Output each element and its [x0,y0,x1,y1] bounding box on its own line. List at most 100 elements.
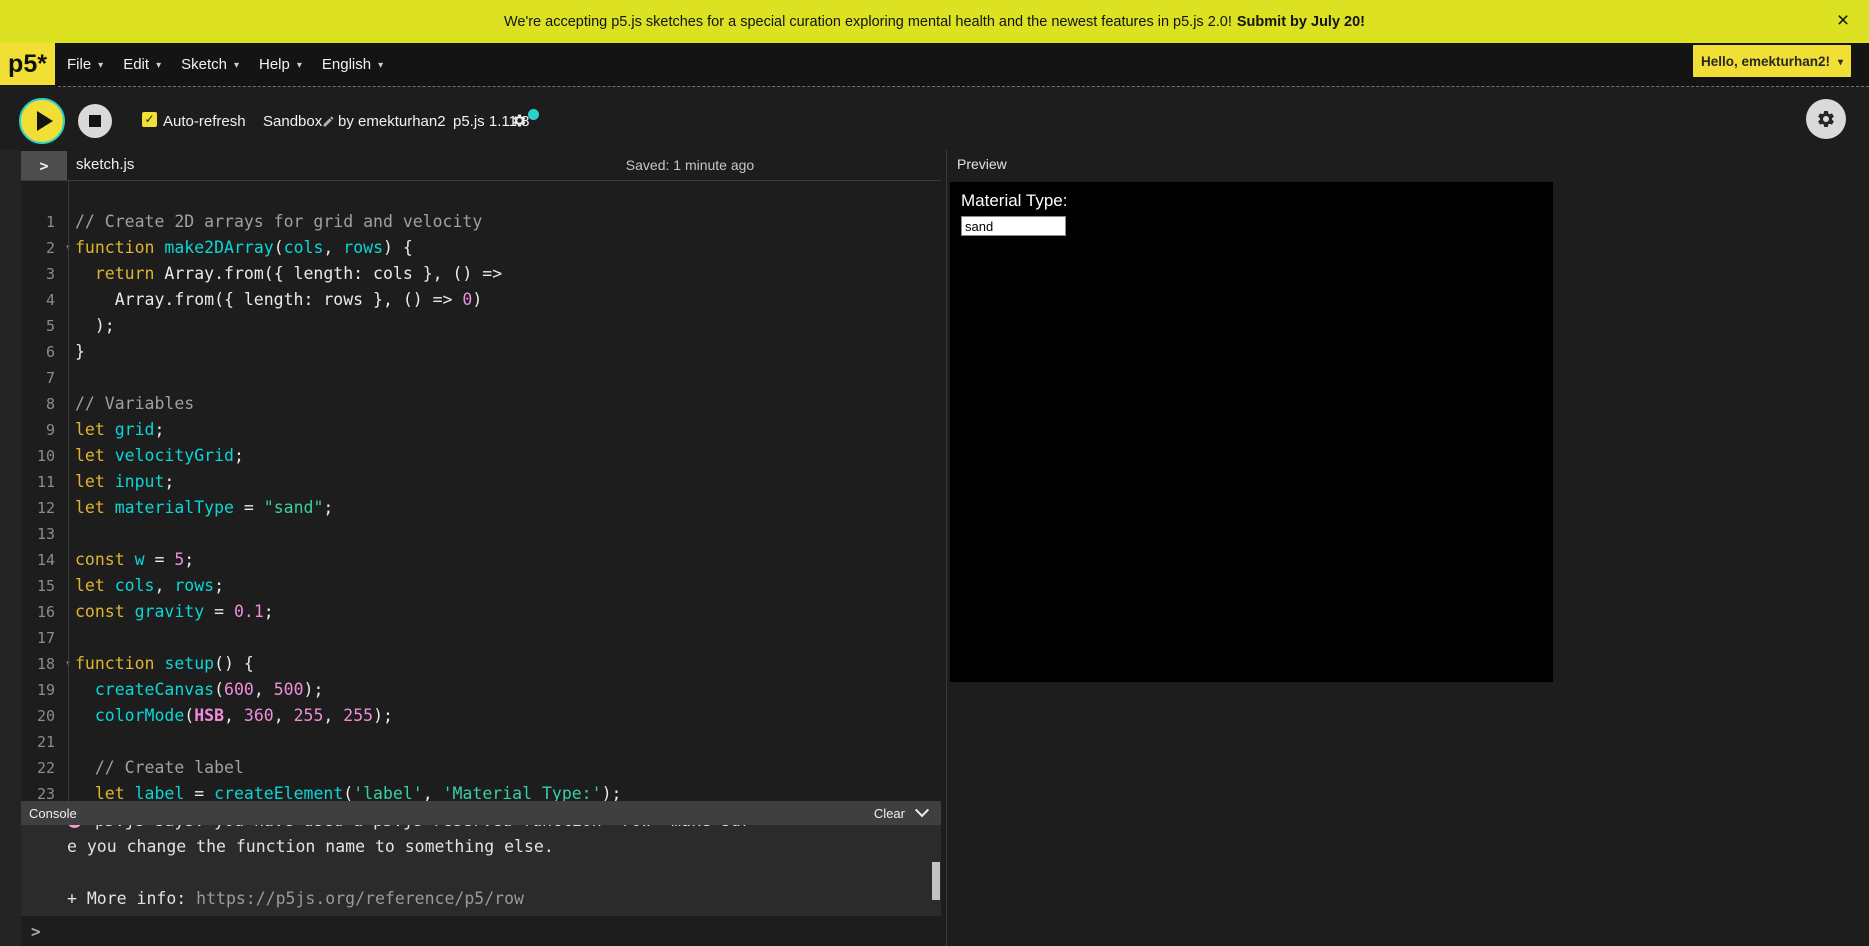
code-line[interactable]: 17 [21,625,941,651]
console-title: Console [29,806,77,821]
line-number: 17 [21,625,61,651]
gutter-separator [68,181,69,801]
code-lines: 1 // Create 2D arrays for grid and veloci… [21,181,941,801]
code-text: let grid; [75,417,941,443]
code-editor[interactable]: 1 // Create 2D arrays for grid and veloci… [21,181,941,801]
code-text: Array.from({ length: rows }, () => 0) [75,287,941,313]
collapsed-sidebar [0,150,21,946]
material-type-label: Material Type: [961,191,1067,211]
line-number: 6 [21,339,61,365]
saved-status: Saved: 1 minute ago [626,150,754,180]
announcement-banner: We're accepting p5.js sketches for a spe… [0,0,1869,43]
code-line[interactable]: 11 let input; [21,469,941,495]
version-gear-icon[interactable] [512,113,527,133]
line-number: 16 [21,599,61,625]
banner-text: We're accepting p5.js sketches for a spe… [504,14,1232,30]
code-line[interactable]: 8 // Variables [21,391,941,417]
pane-divider[interactable] [946,150,947,946]
line-number: 22 [21,755,61,781]
console-line: + More info: https://p5js.org/reference/… [67,886,941,912]
code-text: // Variables [75,391,941,417]
line-number: 8 [21,391,61,417]
p5-web-editor: We're accepting p5.js sketches for a spe… [0,0,1869,946]
author-byline[interactable]: by emekturhan2 [338,113,446,130]
code-line[interactable]: 5 ); [21,313,941,339]
code-line[interactable]: 14const w = 5; [21,547,941,573]
flower-icon [67,825,82,828]
line-number: 21 [21,729,61,755]
code-line[interactable]: 13 [21,521,941,547]
menu-language[interactable]: English ▾ [322,56,383,73]
stop-button[interactable] [78,104,112,138]
line-number: 15 [21,573,61,599]
code-line[interactable]: 7 [21,365,941,391]
console-output[interactable]: p5.js says: you have used a p5.js reserv… [21,825,941,916]
p5-logo[interactable]: p5* [0,43,55,85]
line-number: 10 [21,443,61,469]
close-icon[interactable]: × [1829,7,1857,35]
sketch-canvas[interactable]: Material Type: [950,182,1553,682]
code-line[interactable]: 4 Array.from({ length: rows }, () => 0) [21,287,941,313]
code-line[interactable]: 2▾function make2DArray(cols, rows) { [21,235,941,261]
account-menu-button[interactable]: Hello, emekturhan2! ▾ [1693,45,1851,77]
code-line[interactable]: 22 // Create label [21,755,941,781]
console-line [67,860,941,886]
expand-sidebar-button[interactable]: > [21,151,67,180]
tab-sketch-js[interactable]: sketch.js [76,150,134,180]
code-line[interactable]: 20 colorMode(HSB, 360, 255, 255); [21,703,941,729]
line-number: 3 [21,261,61,287]
code-text: ); [75,313,941,339]
code-line[interactable]: 12let materialType = "sand"; [21,495,941,521]
code-line[interactable]: 16const gravity = 0.1; [21,599,941,625]
line-number: 9 [21,417,61,443]
code-text: return Array.from({ length: cols }, () =… [75,261,941,287]
code-text: createCanvas(600, 500); [75,677,941,703]
console-link[interactable]: https://p5js.org/reference/p5/row [196,889,524,908]
code-text: let input; [75,469,941,495]
line-number: 13 [21,521,61,547]
settings-button[interactable] [1806,99,1846,139]
banner-submit-text[interactable]: Submit by July 20! [1237,14,1365,30]
code-text: let cols, rows; [75,573,941,599]
line-number: 20 [21,703,61,729]
code-line[interactable]: 3 return Array.from({ length: cols }, ()… [21,261,941,287]
code-text [75,729,941,755]
code-line[interactable]: 19 createCanvas(600, 500); [21,677,941,703]
auto-refresh-checkbox[interactable]: ✓ [142,112,157,127]
line-number: 11 [21,469,61,495]
menu-help[interactable]: Help ▾ [259,56,302,73]
chevron-down-icon: ▾ [156,60,161,71]
console-scrollbar-thumb[interactable] [932,862,940,900]
console-clear-button[interactable]: Clear [874,806,905,821]
edit-pencil-icon[interactable] [322,115,335,133]
menu-bar: File ▾ Edit ▾ Sketch ▾ Help ▾ English ▾ [67,43,383,85]
chevron-down-icon: ▾ [297,60,302,71]
console-collapse-chevron-icon[interactable] [915,803,929,817]
code-line[interactable]: 10let velocityGrid; [21,443,941,469]
code-line[interactable]: 18▾function setup() { [21,651,941,677]
menu-edit[interactable]: Edit ▾ [123,56,161,73]
console-input-row[interactable]: > [21,916,941,946]
code-line[interactable]: 15 let cols, rows; [21,573,941,599]
console-text: e you change the function name to someth… [67,837,554,856]
code-line[interactable]: 9 let grid; [21,417,941,443]
auto-refresh-label[interactable]: Auto-refresh [163,113,246,130]
code-line[interactable]: 21 [21,729,941,755]
editor-tab-bar: > sketch.js Saved: 1 minute ago [21,150,941,181]
line-number: 12 [21,495,61,521]
code-line[interactable]: 1 // Create 2D arrays for grid and veloci… [21,209,941,235]
code-text: // Create 2D arrays for grid and velocit… [75,209,941,235]
play-button[interactable] [19,98,65,144]
chevron-down-icon: ▾ [1838,57,1843,68]
material-type-input[interactable] [961,216,1066,236]
console-lines: p5.js says: you have used a p5.js reserv… [21,825,941,912]
line-number: 1 [21,209,61,235]
menu-sketch[interactable]: Sketch ▾ [181,56,239,73]
settings-gear-icon [1816,109,1836,129]
code-line[interactable]: 6} [21,339,941,365]
code-line[interactable]: 23 let label = createElement('label', 'M… [21,781,941,801]
chevron-down-icon: ▾ [234,60,239,71]
sketch-name[interactable]: Sandbox [263,113,322,130]
code-text [75,365,941,391]
menu-file[interactable]: File ▾ [67,56,103,73]
